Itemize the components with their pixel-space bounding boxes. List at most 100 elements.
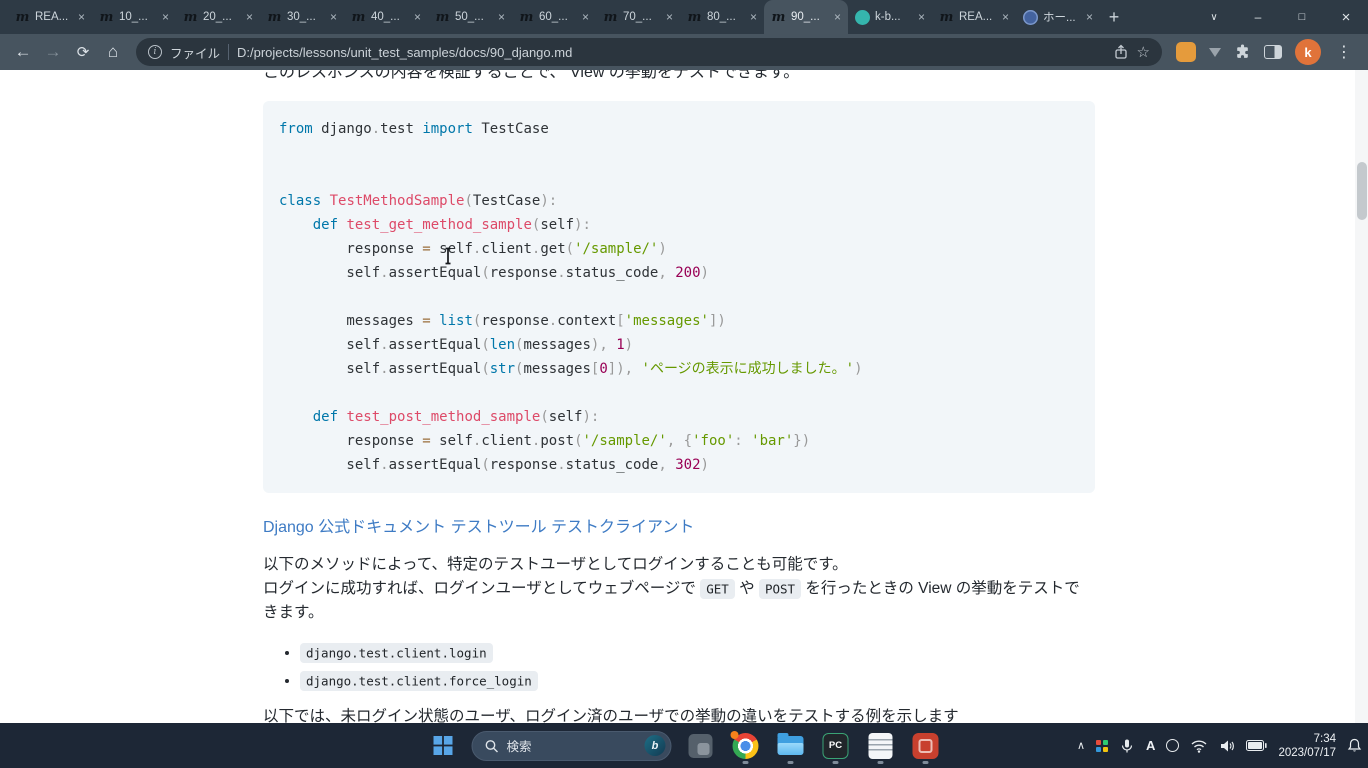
minimize-button[interactable]: – [1236,0,1280,34]
code-block: from django.test import TestCase class T… [263,101,1095,493]
microphone-icon[interactable] [1119,738,1135,754]
tab-label: 10_... [119,11,157,23]
tray-chevron-icon[interactable]: ∧ [1077,739,1085,752]
search-icon [485,739,499,753]
markdown-favicon-icon: m [15,10,30,25]
markdown-favicon-icon: m [183,10,198,25]
tab-close-icon[interactable]: × [750,11,757,23]
tab-6[interactable]: m 50_... × [428,0,512,34]
forward-button[interactable]: → [38,37,68,67]
download-arrow-extension-icon[interactable] [1209,48,1221,57]
django-docs-link[interactable]: Django 公式ドキュメント テストツール テストクライアント [263,513,1095,537]
tab-close-icon[interactable]: × [162,11,169,23]
home-button[interactable]: ⌂ [98,37,128,67]
task-view-icon[interactable] [685,727,717,765]
reload-button[interactable]: ⟳ [68,37,98,67]
info-icon[interactable]: i [148,45,162,59]
tab-close-icon[interactable]: × [246,11,253,23]
maximize-button[interactable]: □ [1280,0,1324,34]
browser-toolbar: ← → ⟳ ⌂ i ファイル D:/projects/lessons/unit_… [0,34,1368,70]
tab-close-icon[interactable]: × [918,11,925,23]
battery-icon[interactable] [1246,740,1267,751]
tab-11[interactable]: k-b... × [848,0,932,34]
tray-app-grid-icon[interactable] [1096,740,1108,752]
code-line [279,165,1079,189]
volume-icon[interactable] [1219,739,1235,753]
tab-9[interactable]: m80_...× [680,0,764,34]
share-icon[interactable] [1113,44,1129,60]
tab-close-icon[interactable]: × [330,11,337,23]
list-item: django.test.client.login [300,639,1095,667]
search-placeholder: 検索 [507,736,637,755]
tab-label: 50_... [455,11,493,23]
url-text[interactable]: D:/projects/lessons/unit_test_samples/do… [237,45,1105,60]
tab-7[interactable]: m60_...× [512,0,596,34]
markdown-favicon-icon: m [771,10,786,25]
bookmark-star-icon[interactable]: ☆ [1137,43,1150,61]
paragraph-line: 以下のメソッドによって、特定のテストユーザとしてログインすることも可能です。 [263,556,848,573]
tab-close-icon[interactable]: × [666,11,673,23]
taskbar-center: 検索 b PC [427,723,942,768]
extensions-puzzle-icon[interactable] [1234,44,1251,61]
tab-close-icon[interactable]: × [834,11,841,23]
markdown-favicon-icon: m [603,10,618,25]
github-favicon-icon [855,10,870,25]
tab-close-icon[interactable]: × [78,11,85,23]
tab-close-icon[interactable]: × [1086,11,1093,23]
window-controls: ∨ – □ × [1192,0,1368,34]
tab-close-icon[interactable]: × [1002,11,1009,23]
scrollbar-track[interactable] [1355,70,1368,723]
inline-code: django.test.client.login [300,643,493,663]
tab-close-icon[interactable]: × [498,11,505,23]
new-tab-button[interactable]: + [1100,3,1128,31]
tab-close-icon[interactable]: × [414,11,421,23]
start-button[interactable] [427,727,459,765]
markdown-favicon-icon: m [435,10,450,25]
tab-4[interactable]: m30_...× [260,0,344,34]
side-panel-icon[interactable] [1264,45,1282,59]
pycharm-icon[interactable]: PC [820,727,852,765]
wifi-icon[interactable] [1190,739,1208,753]
red-app-icon[interactable] [910,727,942,765]
chrome-icon[interactable] [730,727,762,765]
inline-code-post: POST [759,579,801,599]
page-viewport: このレスポンスの内容を検証することで、 View の挙動をテストできます。 fr… [0,70,1368,723]
tray-circle-icon[interactable] [1166,739,1179,752]
close-button[interactable]: × [1324,0,1368,34]
file-explorer-icon[interactable] [775,727,807,765]
tab-1[interactable]: mREA...× [8,0,92,34]
tab-strip: mREA...×m10_...×m20_...×m30_...×m40_...×… [0,0,1368,34]
menu-kebab-icon[interactable]: ⋮ [1334,42,1354,62]
tab-13[interactable]: ホー... × [1016,0,1100,34]
tab-10[interactable]: m90_...× [764,0,848,34]
code-line: response = self.client.get('/sample/') [279,237,1079,261]
taskbar-search-input[interactable]: 検索 b [472,731,672,761]
markdown-viewer-extension-icon[interactable] [1176,42,1196,62]
profile-avatar[interactable]: k [1295,39,1321,65]
tab-search-icon[interactable]: ∨ [1192,0,1236,34]
tab-5[interactable]: m40_...× [344,0,428,34]
scrollbar-thumb[interactable] [1357,162,1367,220]
tab-label: k-b... [875,11,913,23]
notepad-icon[interactable] [865,727,897,765]
tab-list: mREA...×m10_...×m20_...×m30_...×m40_...×… [0,0,1100,34]
intro-paragraph: このレスポンスの内容を検証することで、 View の挙動をテストできます。 [263,70,1095,85]
notification-bell-icon[interactable] [1347,738,1362,753]
ime-mode-indicator[interactable]: A [1146,738,1155,753]
tab-12[interactable]: mREA...× [932,0,1016,34]
tab-3[interactable]: m20_...× [176,0,260,34]
code-line: messages = list(response.context['messag… [279,309,1079,333]
tab-8[interactable]: m 70_... × [596,0,680,34]
markdown-content: このレスポンスの内容を検証することで、 View の挙動をテストできます。 fr… [263,70,1095,723]
tab-label: 70_... [623,11,661,23]
tab-close-icon[interactable]: × [582,11,589,23]
tab-2[interactable]: m10_...× [92,0,176,34]
bing-icon[interactable]: b [645,735,666,756]
back-button[interactable]: ← [8,37,38,67]
text-cursor [443,247,453,270]
list-item: django.test.client.force_login [300,667,1095,695]
address-bar[interactable]: i ファイル D:/projects/lessons/unit_test_sam… [136,38,1162,66]
clock[interactable]: 7:34 2023/07/17 [1278,732,1336,760]
code-line: def test_get_method_sample(self): [279,213,1079,237]
tab-label: ホー... [1043,9,1081,25]
